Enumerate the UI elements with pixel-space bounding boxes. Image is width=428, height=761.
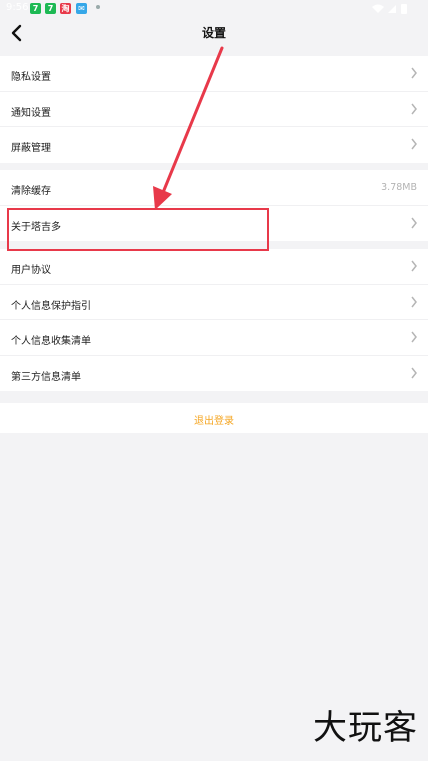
settings-row-block[interactable]: 屏蔽管理 [0,127,428,163]
notification-dot [96,5,100,9]
chevron-right-icon [411,217,417,229]
settings-group-3: 用户协议 个人信息保护指引 个人信息收集清单 第三方信息清单 [0,249,428,392]
row-label: 关于塔吉多 [11,221,61,233]
page-title: 设置 [201,26,226,40]
settings-group-1: 隐私设置 通知设置 屏蔽管理 [0,56,428,163]
status-time: 9:56 [6,2,29,13]
chevron-right-icon [411,103,417,115]
chevron-right-icon [411,260,417,272]
chevron-right-icon [411,296,417,308]
nav-bar: 设置 [0,18,428,48]
settings-row-third-party[interactable]: 第三方信息清单 [0,356,428,392]
row-label: 个人信息收集清单 [11,336,91,348]
row-label: 通知设置 [11,107,51,119]
app-7-icon: 7 [45,3,56,14]
status-bar: 9:56 7 7 淘 ✉ [0,0,428,18]
settings-row-privacy[interactable]: 隐私设置 [0,56,428,92]
settings-row-user-agreement[interactable]: 用户协议 [0,249,428,285]
chevron-right-icon [411,367,417,379]
settings-row-info-collection[interactable]: 个人信息收集清单 [0,320,428,356]
row-label: 用户协议 [11,265,51,276]
watermark-logo: 大玩客 [313,708,418,748]
settings-row-notification[interactable]: 通知设置 [0,92,428,128]
row-label: 隐私设置 [11,72,51,83]
signal-battery-icon [372,4,407,14]
chevron-right-icon [411,138,417,150]
logout-label: 退出登录 [194,416,234,427]
row-label: 第三方信息清单 [11,371,81,383]
taobao-icon: 淘 [60,3,71,14]
settings-row-privacy-guide[interactable]: 个人信息保护指引 [0,285,428,321]
app-7-icon: 7 [30,3,41,14]
chevron-right-icon [411,67,417,79]
settings-row-clear-cache[interactable]: 清除缓存 3.78MB [0,170,428,206]
settings-group-2: 清除缓存 3.78MB 关于塔吉多 [0,170,428,242]
logout-button[interactable]: 退出登录 [0,403,428,433]
mail-icon: ✉ [76,3,87,14]
chevron-right-icon [411,331,417,343]
cache-size-value: 3.78MB [381,182,417,193]
row-label: 清除缓存 [11,186,51,197]
row-label: 个人信息保护指引 [11,300,91,312]
settings-row-about[interactable]: 关于塔吉多 [0,206,428,242]
row-label: 屏蔽管理 [11,143,51,155]
